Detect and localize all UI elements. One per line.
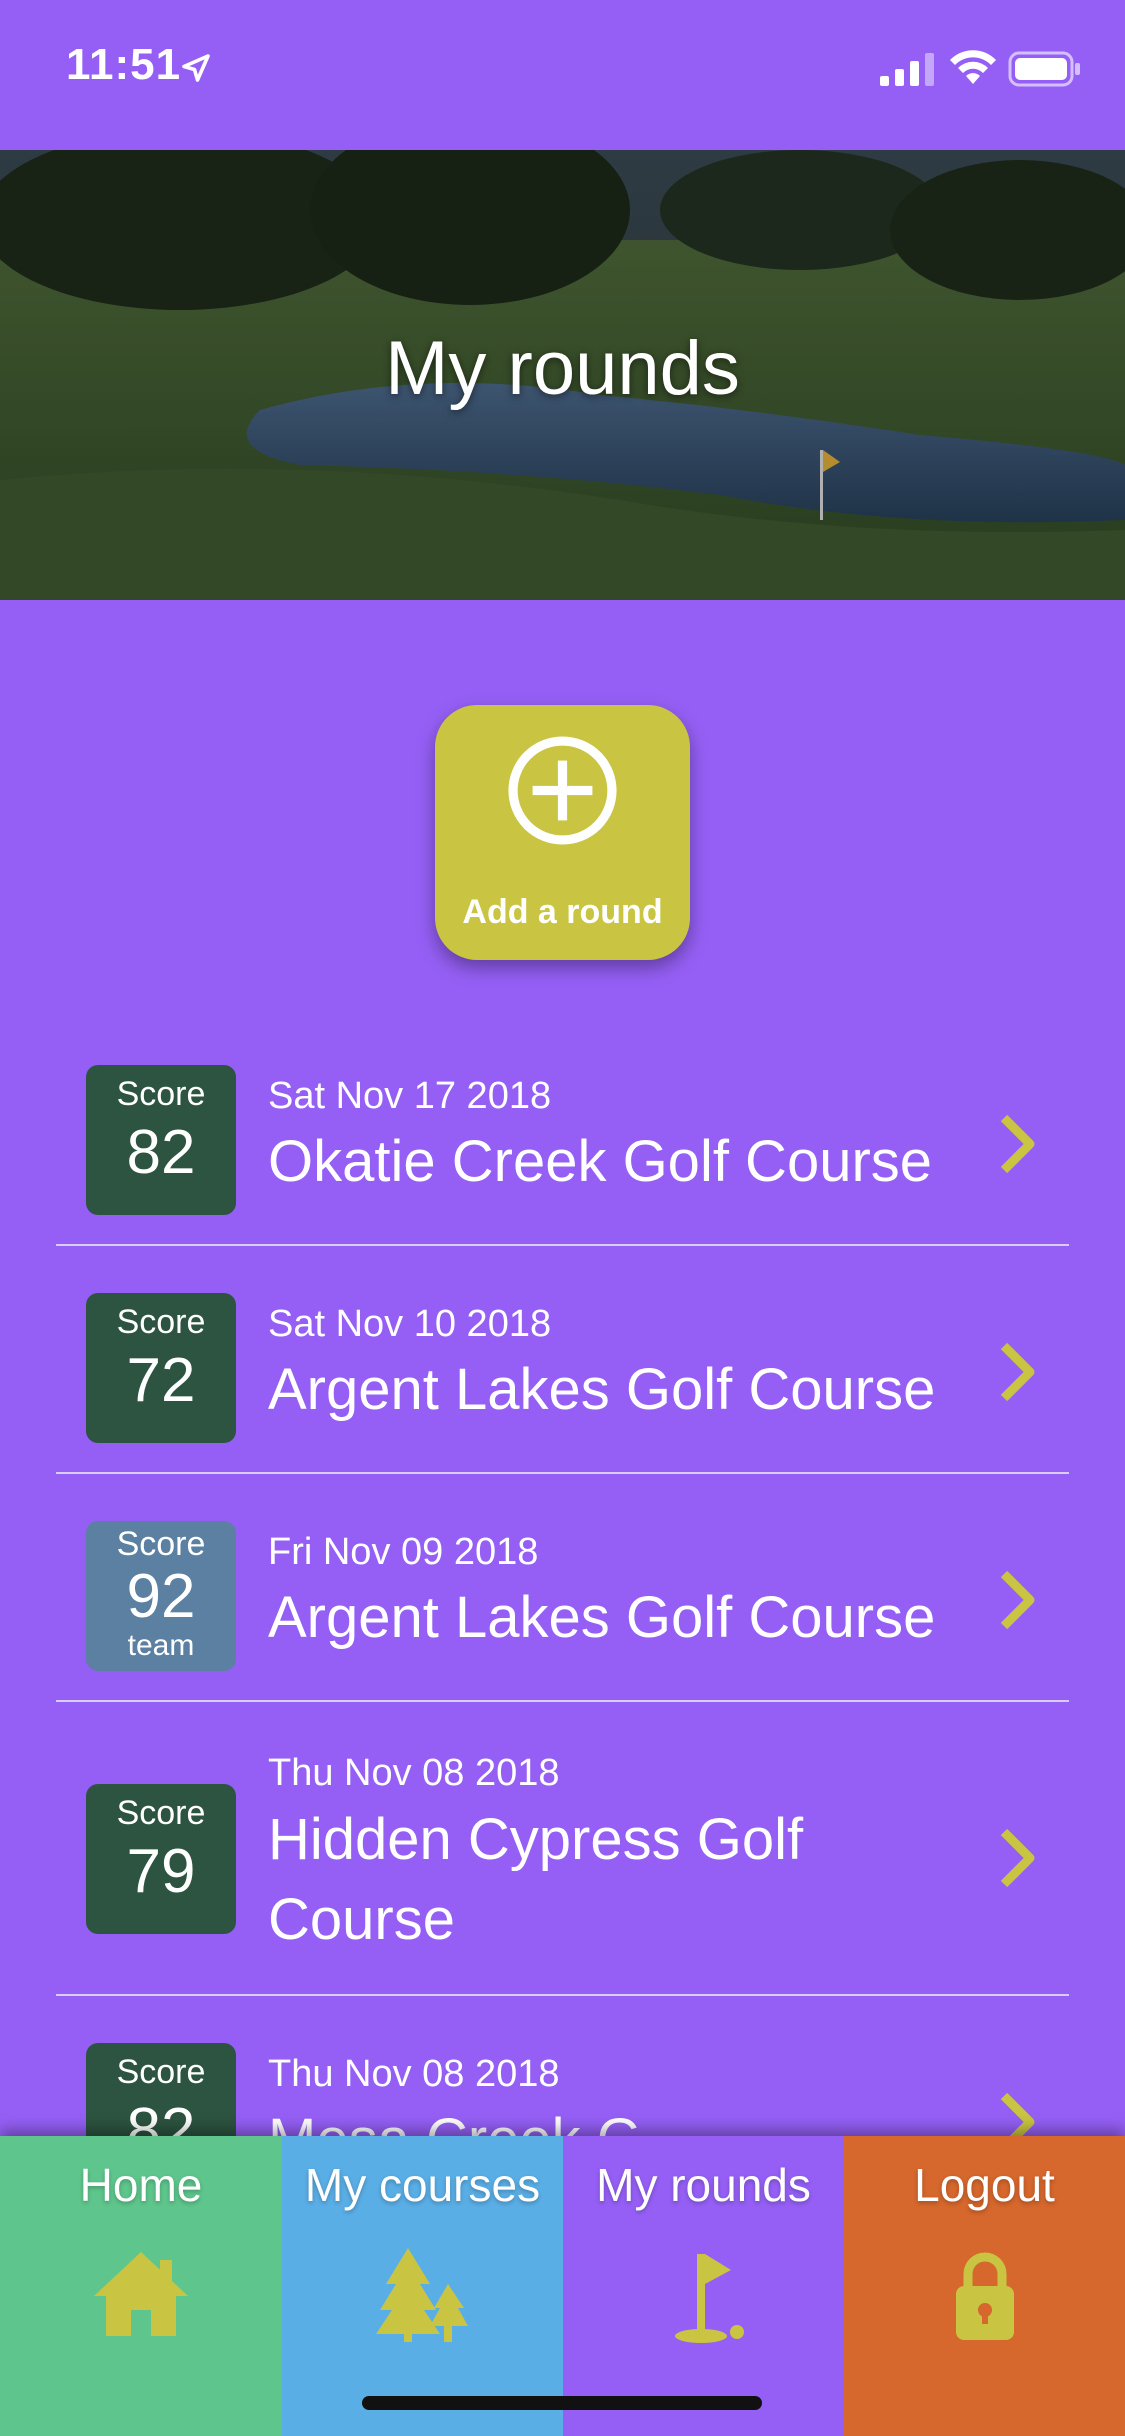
score-value: 82: [126, 1118, 196, 1187]
signal-icon: [880, 53, 934, 86]
score-label: Score: [116, 2053, 206, 2091]
tab-bar: Home My courses My rounds Logout: [0, 2136, 1125, 2436]
add-round-label: Add a round: [462, 893, 663, 931]
chevron-right-icon: [1000, 1114, 1035, 1174]
score-value: 72: [126, 1346, 196, 1415]
round-date: Thu Nov 08 2018: [268, 2053, 560, 2095]
round-row[interactable]: Score 72 Sat Nov 10 2018 Argent Lakes Go…: [56, 1248, 1069, 1474]
wifi-icon: [950, 50, 996, 84]
tab-home[interactable]: Home: [0, 2136, 282, 2436]
score-team-label: team: [127, 1629, 195, 1662]
tab-logout[interactable]: Logout: [844, 2136, 1125, 2436]
tab-label: Home: [79, 2159, 203, 2211]
round-date: Sat Nov 17 2018: [268, 1075, 552, 1117]
status-bar: 11:51: [0, 0, 1125, 150]
round-course: Argent Lakes Golf Course: [268, 1585, 936, 1650]
home-indicator: [362, 2396, 762, 2410]
round-row[interactable]: Score 82 Sat Nov 17 2018 Okatie Creek Go…: [56, 1050, 1069, 1246]
round-course: Hidden Cypress Golf Course: [268, 1807, 804, 1952]
score-badge: Score 82: [86, 1065, 236, 1215]
chevron-right-icon: [1000, 1342, 1035, 1402]
battery-icon: [1008, 51, 1080, 87]
score-badge: Score 79: [86, 1784, 236, 1934]
round-row[interactable]: Score 92 team Fri Nov 09 2018 Argent Lak…: [56, 1476, 1069, 1702]
add-round-button[interactable]: Add a round: [435, 705, 690, 960]
score-label: Score: [116, 1794, 206, 1832]
location-arrow-icon: [182, 54, 210, 82]
round-row[interactable]: Score 79 Thu Nov 08 2018 Hidden Cypress …: [56, 1704, 1069, 1996]
round-course: Okatie Creek Golf Course: [268, 1129, 933, 1194]
tab-label: Logout: [914, 2159, 1055, 2211]
plus-circle-icon: [508, 736, 617, 845]
tab-my-courses[interactable]: My courses: [282, 2136, 563, 2436]
score-value: 79: [126, 1837, 196, 1906]
round-date: Thu Nov 08 2018: [268, 1752, 560, 1794]
score-badge: Score 72: [86, 1293, 236, 1443]
hero-banner: My rounds: [0, 150, 1125, 600]
score-value: 92: [126, 1562, 196, 1631]
golf-flag-icon: [674, 2254, 744, 2343]
home-icon: [94, 2252, 188, 2336]
lock-icon: [955, 2252, 1014, 2340]
tab-my-rounds[interactable]: My rounds: [563, 2136, 844, 2436]
status-time: 11:51: [66, 40, 182, 89]
chevron-right-icon: [1000, 1828, 1035, 1888]
score-label: Score: [116, 1525, 206, 1563]
tab-label: My rounds: [596, 2159, 811, 2211]
round-date: Sat Nov 10 2018: [268, 1303, 552, 1345]
score-badge-team: Score 92 team: [86, 1521, 236, 1671]
score-label: Score: [116, 1075, 206, 1113]
round-date: Fri Nov 09 2018: [268, 1531, 539, 1573]
tab-label: My courses: [304, 2159, 541, 2211]
chevron-right-icon: [1000, 1570, 1035, 1630]
round-course: Argent Lakes Golf Course: [268, 1357, 936, 1422]
score-label: Score: [116, 1303, 206, 1341]
trees-icon: [375, 2248, 468, 2342]
page-title: My rounds: [385, 326, 740, 411]
